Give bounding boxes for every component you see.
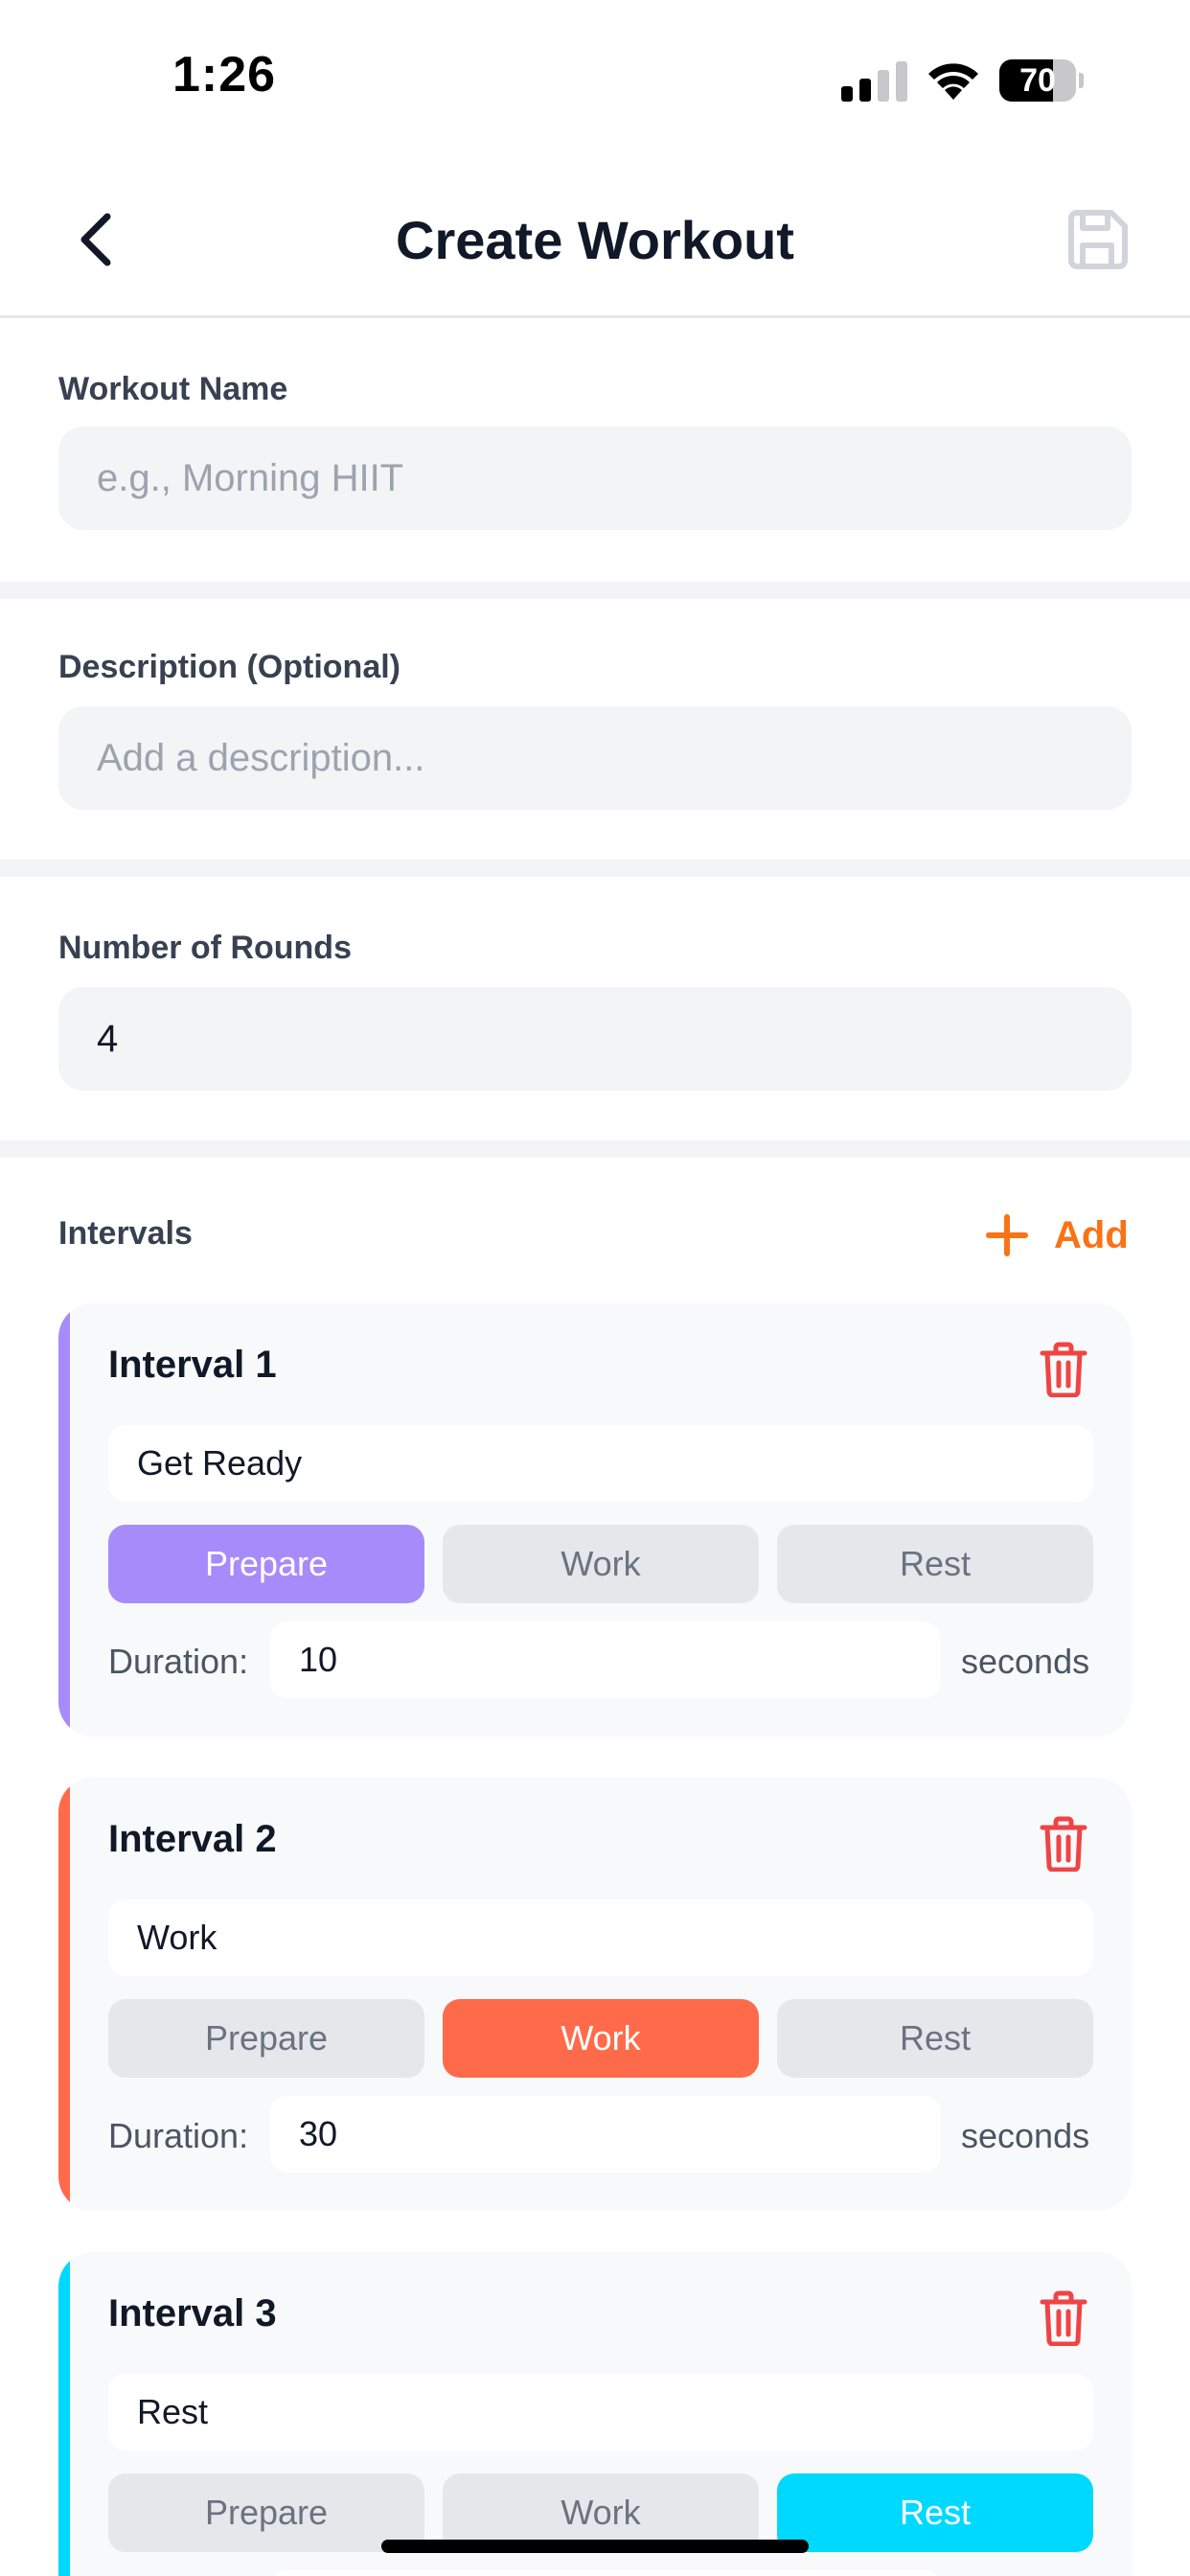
type-rest-button[interactable]: Rest — [777, 2473, 1093, 2552]
status-time: 1:26 — [172, 47, 277, 103]
section-divider — [0, 860, 1190, 877]
rounds-label: Number of Rounds — [58, 930, 352, 966]
interval-name-input[interactable] — [108, 2374, 1093, 2450]
duration-input[interactable] — [270, 2096, 941, 2173]
interval-accent-bar — [58, 1303, 70, 1736]
battery-level: 70 — [1019, 62, 1056, 99]
interval-card: Interval 1 PrepareWorkRest Duration: second… — [58, 1303, 1132, 1736]
duration-input[interactable] — [270, 1622, 941, 1698]
trash-icon — [1040, 1816, 1087, 1875]
interval-name-input[interactable] — [108, 1425, 1093, 1502]
section-divider — [0, 1140, 1190, 1158]
save-button[interactable] — [1065, 209, 1129, 272]
duration-input[interactable] — [270, 2570, 941, 2576]
type-prepare-button[interactable]: Prepare — [108, 1525, 424, 1603]
interval-title: Interval 1 — [108, 1344, 277, 1386]
interval-type-selector: Prepare Work Rest — [108, 1999, 1093, 2078]
home-indicator — [381, 2540, 809, 2553]
description-label: Description (Optional) — [58, 649, 400, 685]
intervals-heading: Intervals — [58, 1215, 193, 1252]
rounds-input[interactable] — [58, 987, 1132, 1091]
workout-name-label: Workout Name — [58, 371, 288, 407]
type-rest-button[interactable]: Rest — [777, 1525, 1093, 1603]
type-work-button[interactable]: Work — [443, 1525, 759, 1603]
delete-interval-button[interactable] — [1040, 1342, 1087, 1398]
workout-name-input[interactable] — [58, 426, 1132, 530]
wifi-icon — [928, 63, 978, 100]
interval-card: Interval 3PrepareWorkRestDuration:second… — [58, 2252, 1132, 2576]
battery-icon: 70 — [999, 59, 1084, 102]
duration-label: Duration: — [108, 1642, 249, 1681]
trash-icon — [1040, 1342, 1087, 1401]
plus-icon — [986, 1214, 1028, 1256]
create-workout-screen: 1:26 70 Create Workout Workout Name e.g.… — [0, 0, 1190, 2576]
section-divider — [0, 582, 1190, 599]
rounds-section: Number of Rounds — [0, 877, 1190, 1140]
delete-interval-button[interactable] — [1040, 2290, 1087, 2347]
type-prepare-button[interactable]: Prepare — [108, 2473, 424, 2552]
page-title: Create Workout — [396, 210, 794, 270]
type-work-button[interactable]: Work — [443, 1999, 759, 2078]
duration-label: Duration: — [108, 2116, 249, 2155]
duration-unit: seconds — [961, 1642, 1090, 1681]
workout-name-section: Workout Name — [0, 321, 1190, 582]
status-bar: 1:26 70 — [0, 0, 1190, 144]
interval-name-input[interactable] — [108, 1899, 1093, 1976]
delete-interval-button[interactable] — [1040, 1816, 1087, 1875]
interval-card: Interval 2 PrepareWorkRest Duration: second… — [58, 1778, 1132, 2211]
interval-accent-bar — [58, 1778, 70, 2211]
nav-bar: Create Workout — [0, 163, 1190, 318]
trash-icon — [1040, 2290, 1087, 2350]
interval-title: Interval 2 — [108, 1818, 277, 1860]
interval-type-selector: Prepare Work Rest — [108, 1525, 1093, 1603]
description-input[interactable] — [58, 706, 1132, 810]
interval-title: Interval 3 — [108, 2292, 277, 2334]
add-interval-label: Add — [1054, 1213, 1129, 1256]
add-interval-button[interactable]: Add — [985, 1208, 1129, 1263]
type-rest-button[interactable]: Rest — [777, 1999, 1093, 2078]
cellular-signal-icon — [841, 61, 907, 102]
description-section: Description (Optional) — [0, 599, 1190, 860]
type-prepare-button[interactable]: Prepare — [108, 1999, 424, 2078]
duration-unit: seconds — [961, 2116, 1090, 2155]
interval-accent-bar — [58, 2252, 70, 2576]
